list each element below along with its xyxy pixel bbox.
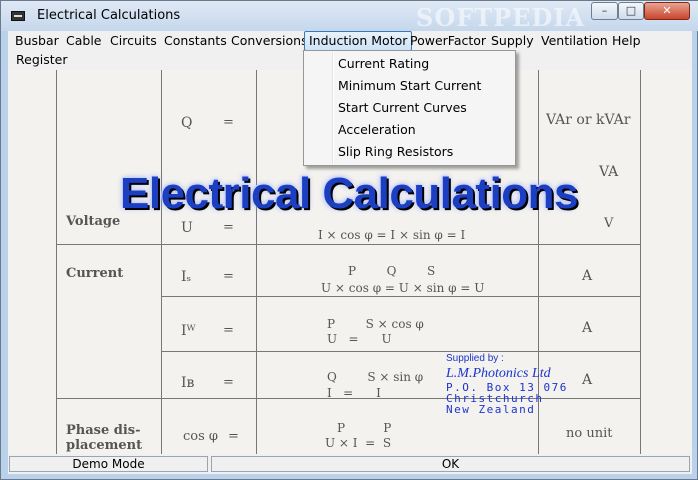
status-bar: Demo Mode OK xyxy=(8,454,692,474)
status-mode: Demo Mode xyxy=(9,456,208,472)
unit-no-unit: no unit xyxy=(566,426,613,441)
unit-var: VAr or kVAr xyxy=(546,112,631,128)
menu-register[interactable]: Register xyxy=(12,51,71,69)
app-icon[interactable] xyxy=(11,11,25,21)
supplier-info: Supplied by : L.M.Photonics Ltd P.O. Box… xyxy=(446,353,568,415)
induction-motor-dropdown: Current Rating Minimum Start Current Sta… xyxy=(303,50,516,166)
label-voltage: Voltage xyxy=(66,214,121,229)
menu-item-minimum-start-current[interactable]: Minimum Start Current xyxy=(338,75,481,97)
menu-item-start-current-curves[interactable]: Start Current Curves xyxy=(338,97,467,119)
formula-is-numerator: P Q S xyxy=(348,264,436,278)
minimize-button[interactable]: – xyxy=(591,2,618,20)
equals-ib: = xyxy=(223,375,234,390)
menu-busbar[interactable]: Busbar xyxy=(11,32,63,50)
unit-va: VA xyxy=(599,164,619,180)
app-splash-title: Electrical Calculations xyxy=(120,169,579,218)
menu-cable[interactable]: Cable xyxy=(62,32,106,50)
supplied-by-label: Supplied by : xyxy=(446,353,504,364)
formula-cos-numerator: P P xyxy=(337,421,392,435)
unit-a1: A xyxy=(582,268,593,284)
symbol-ib: Iʙ xyxy=(181,375,195,391)
formula-iw-denominator: U = U xyxy=(327,332,392,346)
symbol-cos: cos φ xyxy=(183,429,219,444)
formula-u: I × cos φ = I × sin φ = I xyxy=(318,228,466,242)
symbol-u: U xyxy=(181,220,193,236)
label-phase-1: Phase dis- xyxy=(66,423,141,438)
formula-ib-numerator: Q S × sin φ xyxy=(327,370,424,384)
formula-iw-numerator: P S × cos φ xyxy=(327,317,424,331)
ok-button[interactable]: OK xyxy=(211,456,690,472)
menu-item-slip-ring-resistors[interactable]: Slip Ring Resistors xyxy=(338,141,453,163)
label-phase-2: placement xyxy=(66,438,143,453)
menu-powerfactor[interactable]: PowerFactor xyxy=(406,32,490,50)
formula-cos-denominator: U × I = S xyxy=(325,436,392,450)
window-title: Electrical Calculations xyxy=(37,8,181,23)
equals-q: = xyxy=(223,115,234,130)
menu-help[interactable]: Help xyxy=(608,32,645,50)
symbol-is: Iₛ xyxy=(181,269,192,285)
close-button[interactable]: ✕ xyxy=(644,2,690,20)
menu-supply[interactable]: Supply xyxy=(487,32,538,50)
supplier-address-line3: New Zealand xyxy=(446,403,536,416)
maximize-button[interactable]: □ xyxy=(618,2,644,20)
menu-constants[interactable]: Constants xyxy=(160,32,231,50)
symbol-iw: Iᵂ xyxy=(181,323,196,339)
title-bar[interactable]: Electrical Calculations SOFTPEDIA – □ ✕ xyxy=(1,1,698,32)
menu-induction-motor[interactable]: Induction Motor xyxy=(304,31,413,51)
menu-circuits[interactable]: Circuits xyxy=(106,32,161,50)
equals-u: = xyxy=(223,220,234,235)
menu-item-current-rating[interactable]: Current Rating xyxy=(338,53,429,75)
symbol-q: Q xyxy=(181,115,193,131)
app-window: Electrical Calculations SOFTPEDIA – □ ✕ … xyxy=(0,0,698,480)
formula-ib-denominator: I = I xyxy=(327,386,381,400)
equals-is: = xyxy=(223,269,234,284)
unit-a3: A xyxy=(582,372,593,388)
menu-conversions[interactable]: Conversions xyxy=(227,32,312,50)
menu-ventilation[interactable]: Ventilation xyxy=(537,32,612,50)
supplier-company: L.M.Photonics Ltd xyxy=(446,366,551,381)
equals-iw: = xyxy=(223,323,234,338)
unit-a2: A xyxy=(582,320,593,336)
label-current: Current xyxy=(66,266,124,281)
dropdown-icon-gutter xyxy=(332,52,334,164)
formula-is-denominator: U × cos φ = U × sin φ = U xyxy=(321,281,485,295)
equals-cos: = xyxy=(228,429,239,444)
softpedia-watermark: SOFTPEDIA xyxy=(416,3,586,32)
unit-v: V xyxy=(604,216,614,231)
menu-item-acceleration[interactable]: Acceleration xyxy=(338,119,416,141)
